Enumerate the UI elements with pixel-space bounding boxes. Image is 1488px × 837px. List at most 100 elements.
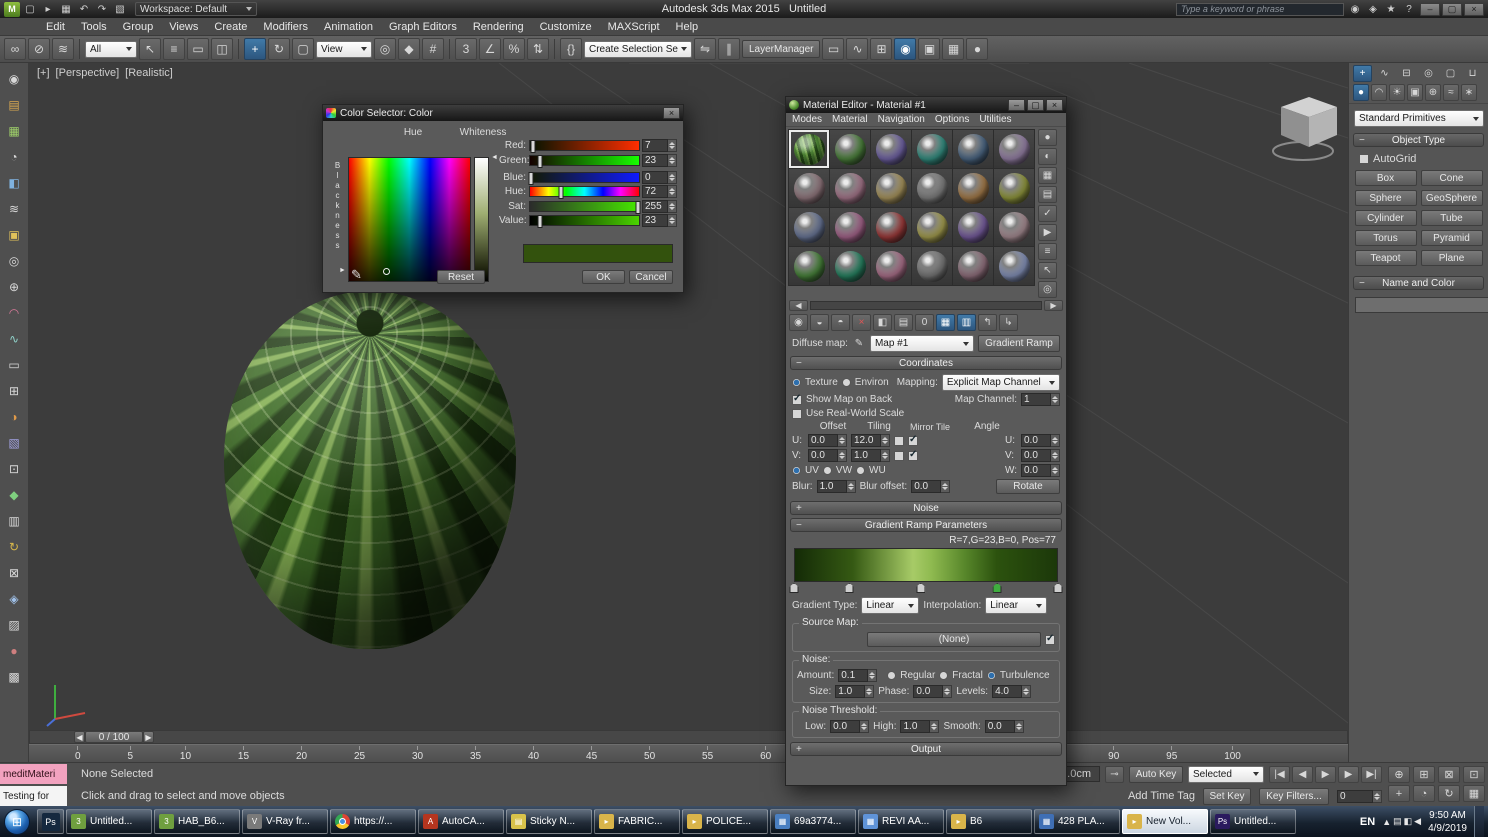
play-button[interactable]: ▶ [1315, 766, 1336, 783]
mirror-icon[interactable]: ⇋ [694, 38, 716, 60]
map-type-button[interactable]: Gradient Ramp [978, 335, 1060, 352]
material-sample-slot[interactable] [994, 130, 1034, 168]
blur-offset-value[interactable]: 0.0 [911, 480, 941, 493]
left-toolbar-icon-19[interactable]: ↻ [4, 537, 24, 557]
source-map-button[interactable]: (None) [867, 632, 1041, 647]
fractal-radio[interactable] [939, 671, 948, 680]
material-sample-slot[interactable] [871, 247, 911, 285]
put-to-library-icon[interactable]: ▤ [894, 314, 913, 331]
texture-radio[interactable] [792, 378, 801, 387]
material-sample-slot[interactable] [994, 208, 1034, 246]
zoom-extents-icon[interactable]: ⊠ [1438, 766, 1460, 783]
spinner-arrows[interactable] [943, 685, 952, 698]
viewport-plus-menu[interactable]: [+] [37, 67, 50, 79]
video-color-check-icon[interactable]: ✓ [1038, 205, 1057, 222]
primitive-button[interactable]: Cone [1421, 170, 1483, 186]
current-time-field[interactable]: 0 [1337, 790, 1382, 803]
time-slider-handle[interactable]: 0 / 100 [85, 731, 143, 743]
material-sample-slot[interactable] [953, 169, 993, 207]
select-and-manipulate-icon[interactable]: ◆ [398, 38, 420, 60]
pick-material-eyedropper-icon[interactable]: ✎ [852, 335, 866, 352]
primitive-button[interactable]: Sphere [1355, 190, 1417, 206]
left-toolbar-icon-1[interactable]: ◉ [4, 69, 24, 89]
maxscript-listener-line1[interactable]: meditMateri [0, 764, 67, 784]
material-sample-slot[interactable] [789, 130, 829, 168]
regular-radio[interactable] [887, 671, 896, 680]
whiteness-marker[interactable]: ◄ [491, 154, 498, 161]
action-center-icon[interactable]: ▤ [1393, 816, 1402, 827]
timeline-tick[interactable]: 20 [296, 746, 307, 763]
taskbar-window-button[interactable]: ▦ 69a3774... [770, 809, 856, 834]
timeline-tick[interactable]: 30 [412, 746, 423, 763]
v-tile-checkbox[interactable] [908, 451, 918, 461]
time-forward-button[interactable]: ▶ [143, 731, 154, 743]
spinner-arrows[interactable] [1051, 464, 1060, 477]
menu-item[interactable]: MAXScript [600, 20, 668, 34]
phase-value[interactable]: 0.0 [913, 685, 943, 698]
select-and-move-icon[interactable]: + [244, 38, 266, 60]
primitive-button[interactable]: Plane [1421, 250, 1483, 266]
channel-value-field[interactable]: 23 [642, 154, 668, 167]
low-field[interactable]: 0.0 [830, 720, 869, 733]
menu-item[interactable]: Material [832, 114, 868, 125]
selection-filter-dropdown[interactable]: All [85, 41, 137, 58]
blackness-marker[interactable]: ► [339, 267, 346, 274]
backlight-icon[interactable]: ◐ [1038, 148, 1057, 165]
make-unique-icon[interactable]: ◧ [873, 314, 892, 331]
zoom-region-icon[interactable]: ⊡ [1463, 766, 1485, 783]
left-toolbar-icon-9[interactable]: ⊕ [4, 277, 24, 297]
source-map-enable-checkbox[interactable] [1045, 635, 1055, 645]
map-name-dropdown[interactable]: Map #1 [870, 335, 974, 352]
help-icon[interactable]: ? [1401, 2, 1417, 17]
v-tiling-value[interactable]: 1.0 [851, 449, 881, 462]
timeline-tick[interactable]: 40 [528, 746, 539, 763]
layer-manager-button[interactable]: LayerManager [742, 40, 820, 58]
assign-to-selection-icon[interactable]: ◓ [831, 314, 850, 331]
smooth-field[interactable]: 0.0 [985, 720, 1024, 733]
add-time-tag[interactable]: Add Time Tag [1128, 790, 1195, 802]
timeline-tick[interactable]: 15 [238, 746, 249, 763]
volume-icon[interactable]: ◀ [1414, 816, 1421, 827]
menu-item[interactable]: Rendering [465, 20, 532, 34]
amount-field[interactable]: 0.1 [838, 669, 877, 682]
left-toolbar-icon-15[interactable]: ▧ [4, 433, 24, 453]
amount-value[interactable]: 0.1 [838, 669, 868, 682]
time-value[interactable]: 0 [1337, 790, 1373, 803]
spinner-arrows[interactable] [860, 720, 869, 733]
previous-frame-button[interactable]: ◀ [1292, 766, 1313, 783]
menu-item[interactable]: Graph Editors [381, 20, 465, 34]
material-sample-slot[interactable] [789, 247, 829, 285]
spinner-arrows[interactable] [668, 185, 677, 198]
size-value[interactable]: 1.0 [835, 685, 865, 698]
menu-item[interactable]: Animation [316, 20, 381, 34]
menu-item[interactable]: Create [206, 20, 255, 34]
timeline-tick[interactable]: 25 [354, 746, 365, 763]
taskbar-clock[interactable]: 9:50 AM 4/9/2019 [1428, 809, 1467, 835]
gradient-ramp-preview[interactable] [794, 548, 1058, 582]
go-to-parent-icon[interactable]: ↰ [978, 314, 997, 331]
go-to-end-button[interactable]: ▶| [1361, 766, 1382, 783]
v-angle-value[interactable]: 0.0 [1021, 449, 1051, 462]
close-icon[interactable]: × [663, 107, 680, 119]
material-sample-slot[interactable] [912, 130, 952, 168]
hue-blackness-field[interactable] [348, 157, 471, 282]
rendered-frame-icon[interactable]: ▦ [942, 38, 964, 60]
bind-to-space-warp-icon[interactable]: ≋ [52, 38, 74, 60]
tab-hierarchy[interactable]: ⊟ [1397, 65, 1416, 82]
show-map-in-viewport-icon[interactable]: ▦ [936, 314, 955, 331]
material-sample-slot[interactable] [912, 169, 952, 207]
left-toolbar-icon-24[interactable]: ▩ [4, 667, 24, 687]
low-value[interactable]: 0.0 [830, 720, 860, 733]
material-sample-slot[interactable] [830, 169, 870, 207]
sample-background-icon[interactable]: ▦ [1038, 167, 1057, 184]
u-tiling-field[interactable]: 12.0 [851, 434, 890, 447]
project-folder-icon[interactable]: ▧ [112, 2, 128, 17]
communication-center-icon[interactable]: ◈ [1365, 2, 1381, 17]
channel-slider[interactable] [529, 201, 640, 212]
timeline-ruler[interactable]: 0510152025303540455055606570758085909510… [29, 744, 1348, 762]
material-sample-slot[interactable] [789, 208, 829, 246]
material-sample-slot[interactable] [830, 130, 870, 168]
w-angle-value[interactable]: 0.0 [1021, 464, 1051, 477]
channel-value-field[interactable]: 72 [642, 185, 668, 198]
map-channel-field[interactable]: 1 [1021, 393, 1060, 406]
